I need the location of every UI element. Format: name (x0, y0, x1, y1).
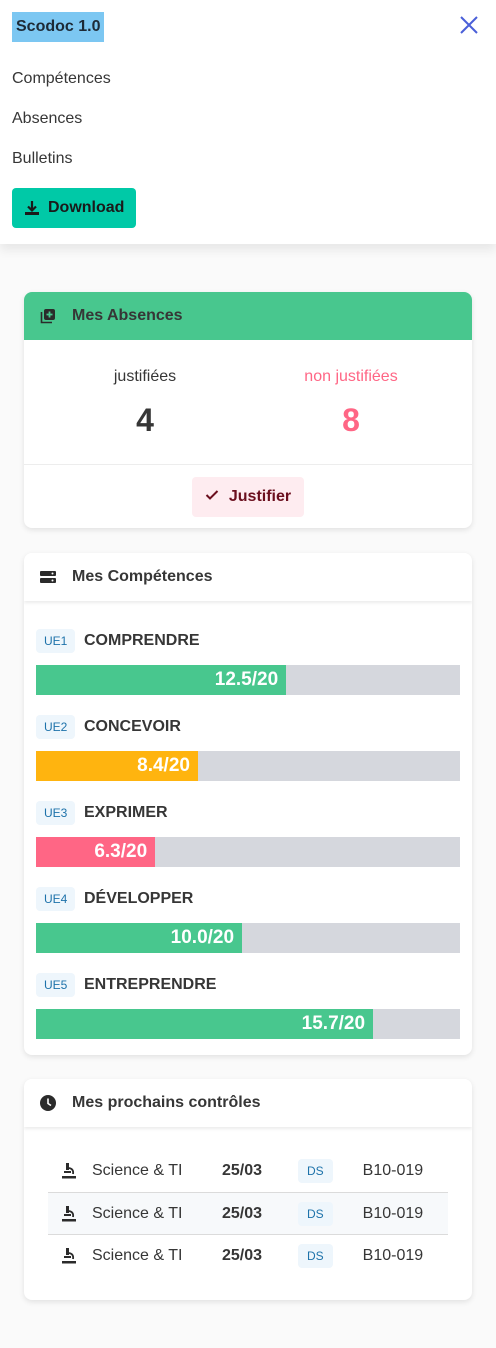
competence-name: DÉVELOPPER (84, 890, 194, 907)
clock-icon (40, 1095, 56, 1111)
competences-card-title: Mes Compétences (72, 568, 213, 585)
brand-logo[interactable]: Scodoc 1.0 (12, 12, 105, 42)
control-date: 25/03 (222, 1162, 263, 1179)
control-row[interactable]: Science & TI 25/03 DS B10-019 (48, 1150, 448, 1192)
justify-label: Justifier (228, 488, 292, 505)
download-button[interactable]: Download (12, 188, 136, 228)
control-type-tag: DS (298, 1201, 333, 1226)
control-room: B10-019 (362, 1162, 424, 1179)
navbar-brand-row: Scodoc 1.0 (0, 0, 496, 52)
microscope-icon (60, 1205, 78, 1223)
control-row[interactable]: Science & TI 25/03 DS B10-019 (48, 1192, 448, 1234)
competences-card-header: Mes Compétences (24, 553, 472, 601)
justify-button[interactable]: Justifier (192, 477, 304, 517)
menu-item-competences[interactable]: Compétences (12, 70, 111, 88)
control-subject: Science & TI (92, 1204, 183, 1222)
unjustified-column: non justifiées 8 (239, 340, 463, 439)
control-date: 25/03 (222, 1246, 263, 1264)
menu-item-bulletins[interactable]: Bulletins (12, 150, 72, 168)
competence-progress-fill: 8.4/20 (36, 751, 198, 781)
absences-card-header: Mes Absences (24, 292, 472, 340)
control-subject: Science & TI (92, 1246, 183, 1264)
competence-progress-track: 15.7/20 (36, 1009, 460, 1039)
competence-name: EXPRIMER (84, 804, 168, 821)
justified-column: justifiées 4 (33, 340, 257, 439)
unjustified-count: 8 (342, 402, 360, 438)
competence-tag: UE4 (36, 887, 76, 911)
top-navigation: Scodoc 1.0 Compétences Absences Bulletin… (0, 0, 496, 244)
competence-progress-track: 10.0/20 (36, 923, 460, 953)
download-icon (24, 200, 40, 216)
controls-card-title: Mes prochains contrôles (72, 1094, 261, 1111)
control-subject: Science & TI (92, 1162, 183, 1179)
competence-tag: UE5 (36, 973, 76, 997)
competence-progress-fill: 12.5/20 (36, 665, 287, 695)
download-label: Download (48, 199, 125, 216)
control-room: B10-019 (362, 1204, 424, 1222)
menu-item-absences[interactable]: Absences (12, 110, 82, 128)
control-type-tag: DS (298, 1243, 333, 1268)
competence-progress-track: 8.4/20 (36, 751, 460, 781)
competences-card: Mes Compétences UE1 COMPRENDRE 12.5/20 U… (24, 553, 472, 1055)
justified-label: justifiées (113, 368, 177, 385)
square-plus-icon (40, 308, 56, 324)
competence-progress-track: 6.3/20 (36, 837, 460, 867)
competence-tag: UE1 (36, 629, 76, 653)
control-row[interactable]: Science & TI 25/03 DS B10-019 (48, 1234, 448, 1276)
controls-card-header: Mes prochains contrôles (24, 1079, 472, 1127)
competence-tag: UE2 (36, 715, 76, 739)
competence-name: ENTREPRENDRE (84, 976, 217, 993)
competence-progress-fill: 10.0/20 (36, 923, 243, 953)
competence-progress-fill: 6.3/20 (36, 837, 156, 867)
control-type-tag: DS (298, 1159, 333, 1183)
competence-progress-fill: 15.7/20 (36, 1009, 374, 1039)
controls-card: Mes prochains contrôles Science & TI 25/… (24, 1079, 472, 1300)
check-icon (205, 488, 219, 506)
microscope-icon (60, 1162, 78, 1180)
control-room: B10-019 (362, 1246, 424, 1264)
absences-divider (24, 464, 472, 465)
competence-tag: UE3 (36, 801, 76, 825)
microscope-icon (60, 1247, 78, 1265)
competence-name: CONCEVOIR (84, 718, 181, 735)
absences-card: Mes Absences justifiées 4 non justifiées… (24, 292, 472, 528)
unjustified-label: non justifiées (304, 368, 398, 385)
competence-name: COMPRENDRE (84, 632, 200, 649)
justified-count: 4 (136, 402, 154, 438)
control-date: 25/03 (222, 1204, 263, 1222)
absences-card-title: Mes Absences (72, 307, 183, 324)
server-icon (40, 569, 56, 585)
close-icon[interactable] (458, 14, 480, 38)
competence-progress-track: 12.5/20 (36, 665, 460, 695)
